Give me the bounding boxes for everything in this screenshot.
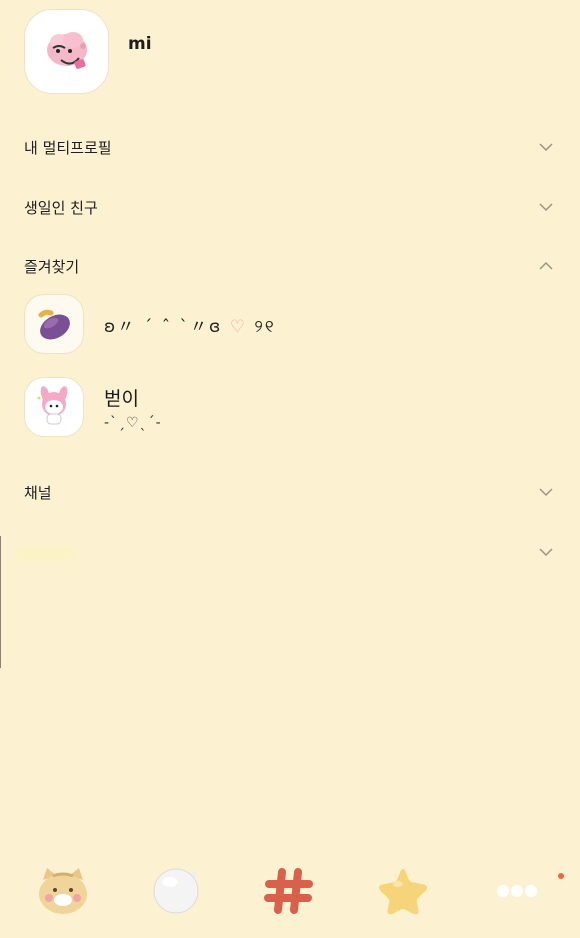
cat-face-icon (39, 868, 87, 914)
section-multi-profile[interactable]: 내 멀티프로필 (24, 135, 556, 159)
section-favorites[interactable]: 즐겨찾기 (24, 254, 556, 278)
chevron-down-icon[interactable] (536, 482, 556, 502)
section-channel[interactable]: 채널 (24, 480, 556, 504)
section-title-multi-profile: 내 멀티프로필 (24, 138, 112, 157)
sweet-potato-icon (38, 309, 70, 340)
more-dots-icon (497, 885, 537, 897)
chevron-down-icon[interactable] (536, 137, 556, 157)
hashtag-icon (264, 868, 313, 914)
shopping-tab[interactable] (372, 860, 434, 922)
bottom-nav (0, 860, 580, 922)
open-chat-tab[interactable] (258, 860, 320, 922)
section-title-favorites: 즐겨찾기 (24, 257, 80, 276)
speech-bubble-icon (153, 868, 199, 914)
more-tab[interactable] (486, 860, 548, 922)
status-text: ʚ〃 ˊ ˆ ˋ〃ɞ (104, 316, 223, 337)
section-hidden[interactable] (24, 540, 556, 564)
status-tail: ୨୧ (254, 316, 276, 337)
my-melody-icon (37, 386, 68, 425)
pink-character-avatar-icon (46, 31, 87, 69)
section-title-birthday-friends: 생일인 친구 (24, 198, 98, 217)
star-icon (378, 869, 428, 915)
friend-status: -ˋˏ♡ˎˊ- (104, 414, 162, 431)
notification-dot (558, 873, 564, 879)
profile-name: mi (128, 33, 152, 54)
friend-name: 벋이 (104, 387, 139, 410)
friend-status: ʚ〃 ˊ ˆ ˋ〃ɞ ♡ ୨୧ (104, 312, 276, 337)
chevron-down-icon[interactable] (536, 542, 556, 562)
favorite-friend-row[interactable]: ʚ〃 ˊ ˆ ˋ〃ɞ ♡ ୨୧ (24, 294, 556, 354)
section-title-channel: 채널 (24, 483, 52, 502)
favorite-friend-row[interactable]: 벋이 -ˋˏ♡ˎˊ- (24, 377, 556, 437)
friend-avatar[interactable] (24, 294, 84, 354)
section-birthday-friends[interactable]: 생일인 친구 (24, 195, 556, 219)
my-profile[interactable]: mi (24, 9, 152, 94)
chevron-up-icon[interactable] (536, 256, 556, 276)
left-edge-line (0, 536, 1, 668)
chats-tab[interactable] (145, 860, 207, 922)
chevron-down-icon[interactable] (536, 197, 556, 217)
profile-avatar[interactable] (24, 9, 109, 94)
friends-tab[interactable] (32, 860, 94, 922)
heart-icon: ♡ (229, 316, 247, 337)
friend-avatar[interactable] (24, 377, 84, 437)
